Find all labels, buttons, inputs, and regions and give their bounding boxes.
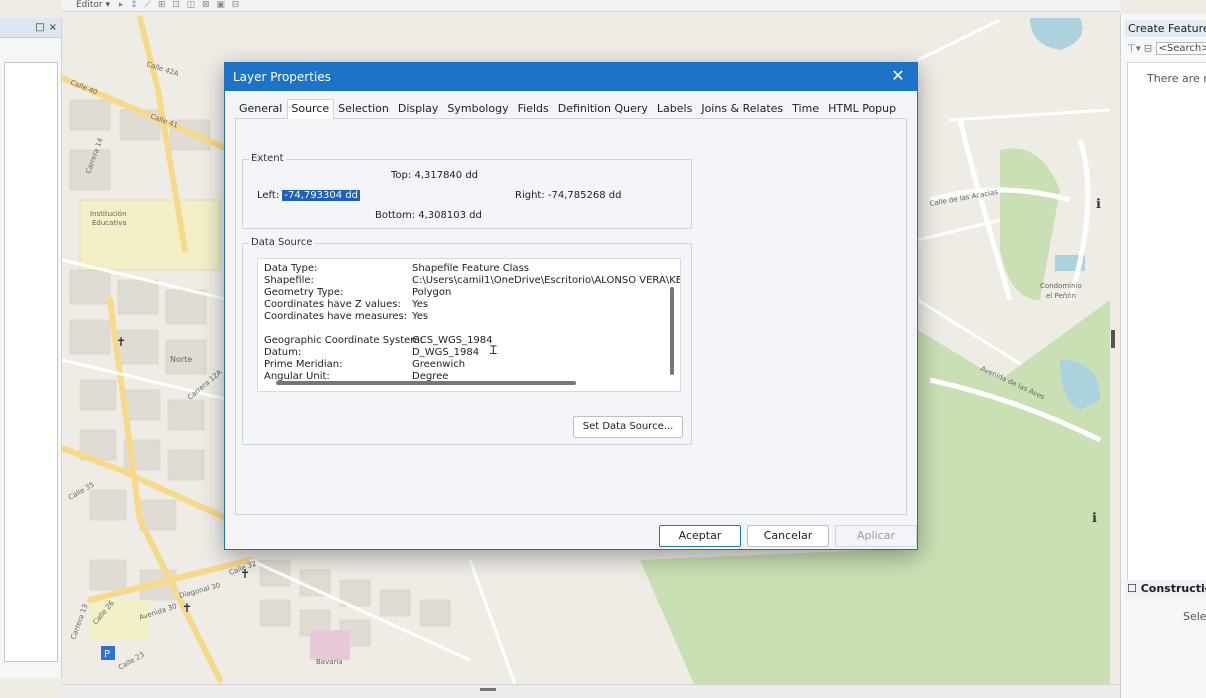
commercial-area — [310, 630, 350, 660]
panel-header: □ × — [0, 18, 61, 38]
create-features-panel: Create Features ⊤▾ ⊟ <Search> There are … — [1120, 14, 1206, 698]
tab-display[interactable]: Display — [394, 99, 444, 118]
left-label: Left: — [257, 190, 280, 201]
cancel-button[interactable]: Cancelar — [747, 525, 829, 547]
extent-top: Top: 4,317840 dd — [391, 170, 478, 181]
text-cursor-icon: Ɪ — [490, 343, 497, 357]
construction-icon: ☐ — [1127, 582, 1137, 595]
ds-key: Prime Meridian: — [264, 359, 343, 370]
ds-key: Geographic Coordinate System: — [264, 335, 424, 346]
extent-left: Left: -74,793304 dd — [257, 190, 360, 201]
tab-general[interactable]: General — [235, 99, 287, 118]
horizontal-scrollbar[interactable] — [276, 381, 576, 385]
source-tab-panel: Extent Top: 4,317840 dd Left: -74,793304… — [235, 119, 907, 515]
select-hint: Select — [1183, 610, 1206, 623]
dialog-title-bar[interactable]: Layer Properties ✕ — [225, 63, 917, 91]
set-data-source-button[interactable]: Set Data Source... — [573, 416, 683, 438]
tab-fields[interactable]: Fields — [514, 99, 554, 118]
bottom-label: Bottom: — [375, 210, 416, 221]
ds-key: Datum: — [264, 347, 302, 358]
close-icon[interactable]: ✕ — [889, 67, 907, 85]
left-value-selected[interactable]: -74,793304 dd — [282, 190, 360, 201]
top-value[interactable]: 4,317840 dd — [414, 170, 478, 181]
extent-right: Right: -74,785268 dd — [515, 190, 621, 201]
layer-properties-dialog: Layer Properties ✕ General Source Select… — [224, 62, 918, 550]
extent-label: Extent — [249, 153, 286, 165]
svg-text:✝: ✝ — [116, 335, 126, 349]
top-label: Top: — [391, 170, 412, 181]
editor-tool-icons[interactable]: ▸ ↕ ⟋ ⊞ ⊡ ◫ ⊠ ▣ ⊟ — [119, 0, 241, 10]
tab-selection[interactable]: Selection — [334, 99, 394, 118]
tab-symbology[interactable]: Symbology — [443, 99, 513, 118]
svg-text:✝: ✝ — [182, 601, 192, 615]
right-label: Right: — [515, 190, 545, 201]
layer-list[interactable] — [4, 62, 58, 662]
ds-value: GCS_WGS_1984 — [412, 335, 493, 346]
ds-key: Coordinates have measures: — [264, 311, 408, 322]
svg-text:Bavaria: Bavaria — [316, 658, 343, 666]
editor-menu-button[interactable]: Editor ▾ — [76, 0, 110, 10]
ds-key: Coordinates have Z values: — [264, 299, 401, 310]
panel-splitter-handle[interactable] — [1111, 330, 1115, 348]
tab-joins-relates[interactable]: Joins & Relates — [697, 99, 788, 118]
vertical-scrollbar[interactable] — [670, 287, 674, 375]
ds-value: Yes — [412, 299, 429, 310]
ds-value: C:\Users\camil1\OneDrive\Escritorio\ALON… — [412, 275, 681, 286]
empty-message: There are no — [1147, 72, 1206, 85]
ds-value: D_WGS_1984 — [412, 347, 480, 358]
bottom-value[interactable]: 4,308103 dd — [418, 210, 482, 221]
construction-tools-header: ☐ Construction — [1125, 580, 1206, 597]
right-value[interactable]: -74,785268 dd — [548, 190, 622, 201]
construction-title: Construction — [1140, 582, 1206, 595]
svg-text:P: P — [104, 649, 110, 660]
extent-bottom: Bottom: 4,308103 dd — [375, 210, 482, 221]
template-properties-icon[interactable]: ⊟ — [1144, 44, 1152, 55]
apply-button[interactable]: Aplicar — [835, 525, 917, 547]
ds-key: Data Type: — [264, 263, 318, 274]
svg-text:Institución: Institución — [90, 210, 127, 218]
extent-group: Extent Top: 4,317840 dd Left: -74,793304… — [242, 153, 692, 229]
search-input[interactable]: <Search> — [1155, 42, 1206, 55]
data-source-group: Data Source Data Type: Shapefile Feature… — [242, 237, 692, 445]
tab-strip: General Source Selection Display Symbolo… — [235, 99, 907, 119]
bottom-splitter-handle[interactable] — [480, 688, 496, 691]
editor-toolbar: Editor ▾ ▸ ↕ ⟋ ⊞ ⊡ ◫ ⊠ ▣ ⊟ — [62, 0, 1120, 12]
ds-value: Shapefile Feature Class — [412, 263, 529, 274]
ds-key: Shapefile: — [264, 275, 314, 286]
dialog-title: Layer Properties — [233, 70, 331, 84]
ds-key: Geometry Type: — [264, 287, 344, 298]
tab-source[interactable]: Source — [287, 99, 335, 119]
svg-text:el Peñón: el Peñón — [1046, 292, 1076, 300]
ds-value: Greenwich — [412, 359, 466, 370]
tab-time[interactable]: Time — [788, 99, 824, 118]
data-source-details[interactable]: Data Type: Shapefile Feature Class Shape… — [257, 258, 681, 392]
data-source-label: Data Source — [249, 237, 315, 249]
template-list[interactable] — [1127, 62, 1206, 592]
svg-text:ℹ: ℹ — [1096, 197, 1101, 212]
svg-text:Condominio: Condominio — [1040, 282, 1082, 290]
pin-icon[interactable]: □ — [35, 22, 44, 33]
panel-toolbar: ⊤▾ ⊟ <Search> — [1127, 42, 1206, 55]
tab-html-popup[interactable]: HTML Popup — [824, 99, 901, 118]
status-bar — [62, 684, 1120, 698]
tab-definition-query[interactable]: Definition Query — [554, 99, 653, 118]
svg-text:Educativa: Educativa — [92, 219, 127, 227]
table-of-contents-panel: □ × — [0, 18, 62, 678]
ds-value: Yes — [412, 311, 429, 322]
ok-button[interactable]: Aceptar — [659, 525, 741, 547]
ds-value: Polygon — [412, 287, 452, 298]
close-icon[interactable]: × — [49, 22, 57, 33]
organize-templates-icon[interactable]: ⊤▾ — [1127, 44, 1141, 55]
panel-title: Create Features — [1125, 20, 1206, 37]
svg-text:ℹ: ℹ — [1092, 511, 1097, 526]
svg-text:Norte: Norte — [170, 355, 192, 364]
tab-labels[interactable]: Labels — [653, 99, 697, 118]
svg-text:✝: ✝ — [240, 567, 250, 581]
